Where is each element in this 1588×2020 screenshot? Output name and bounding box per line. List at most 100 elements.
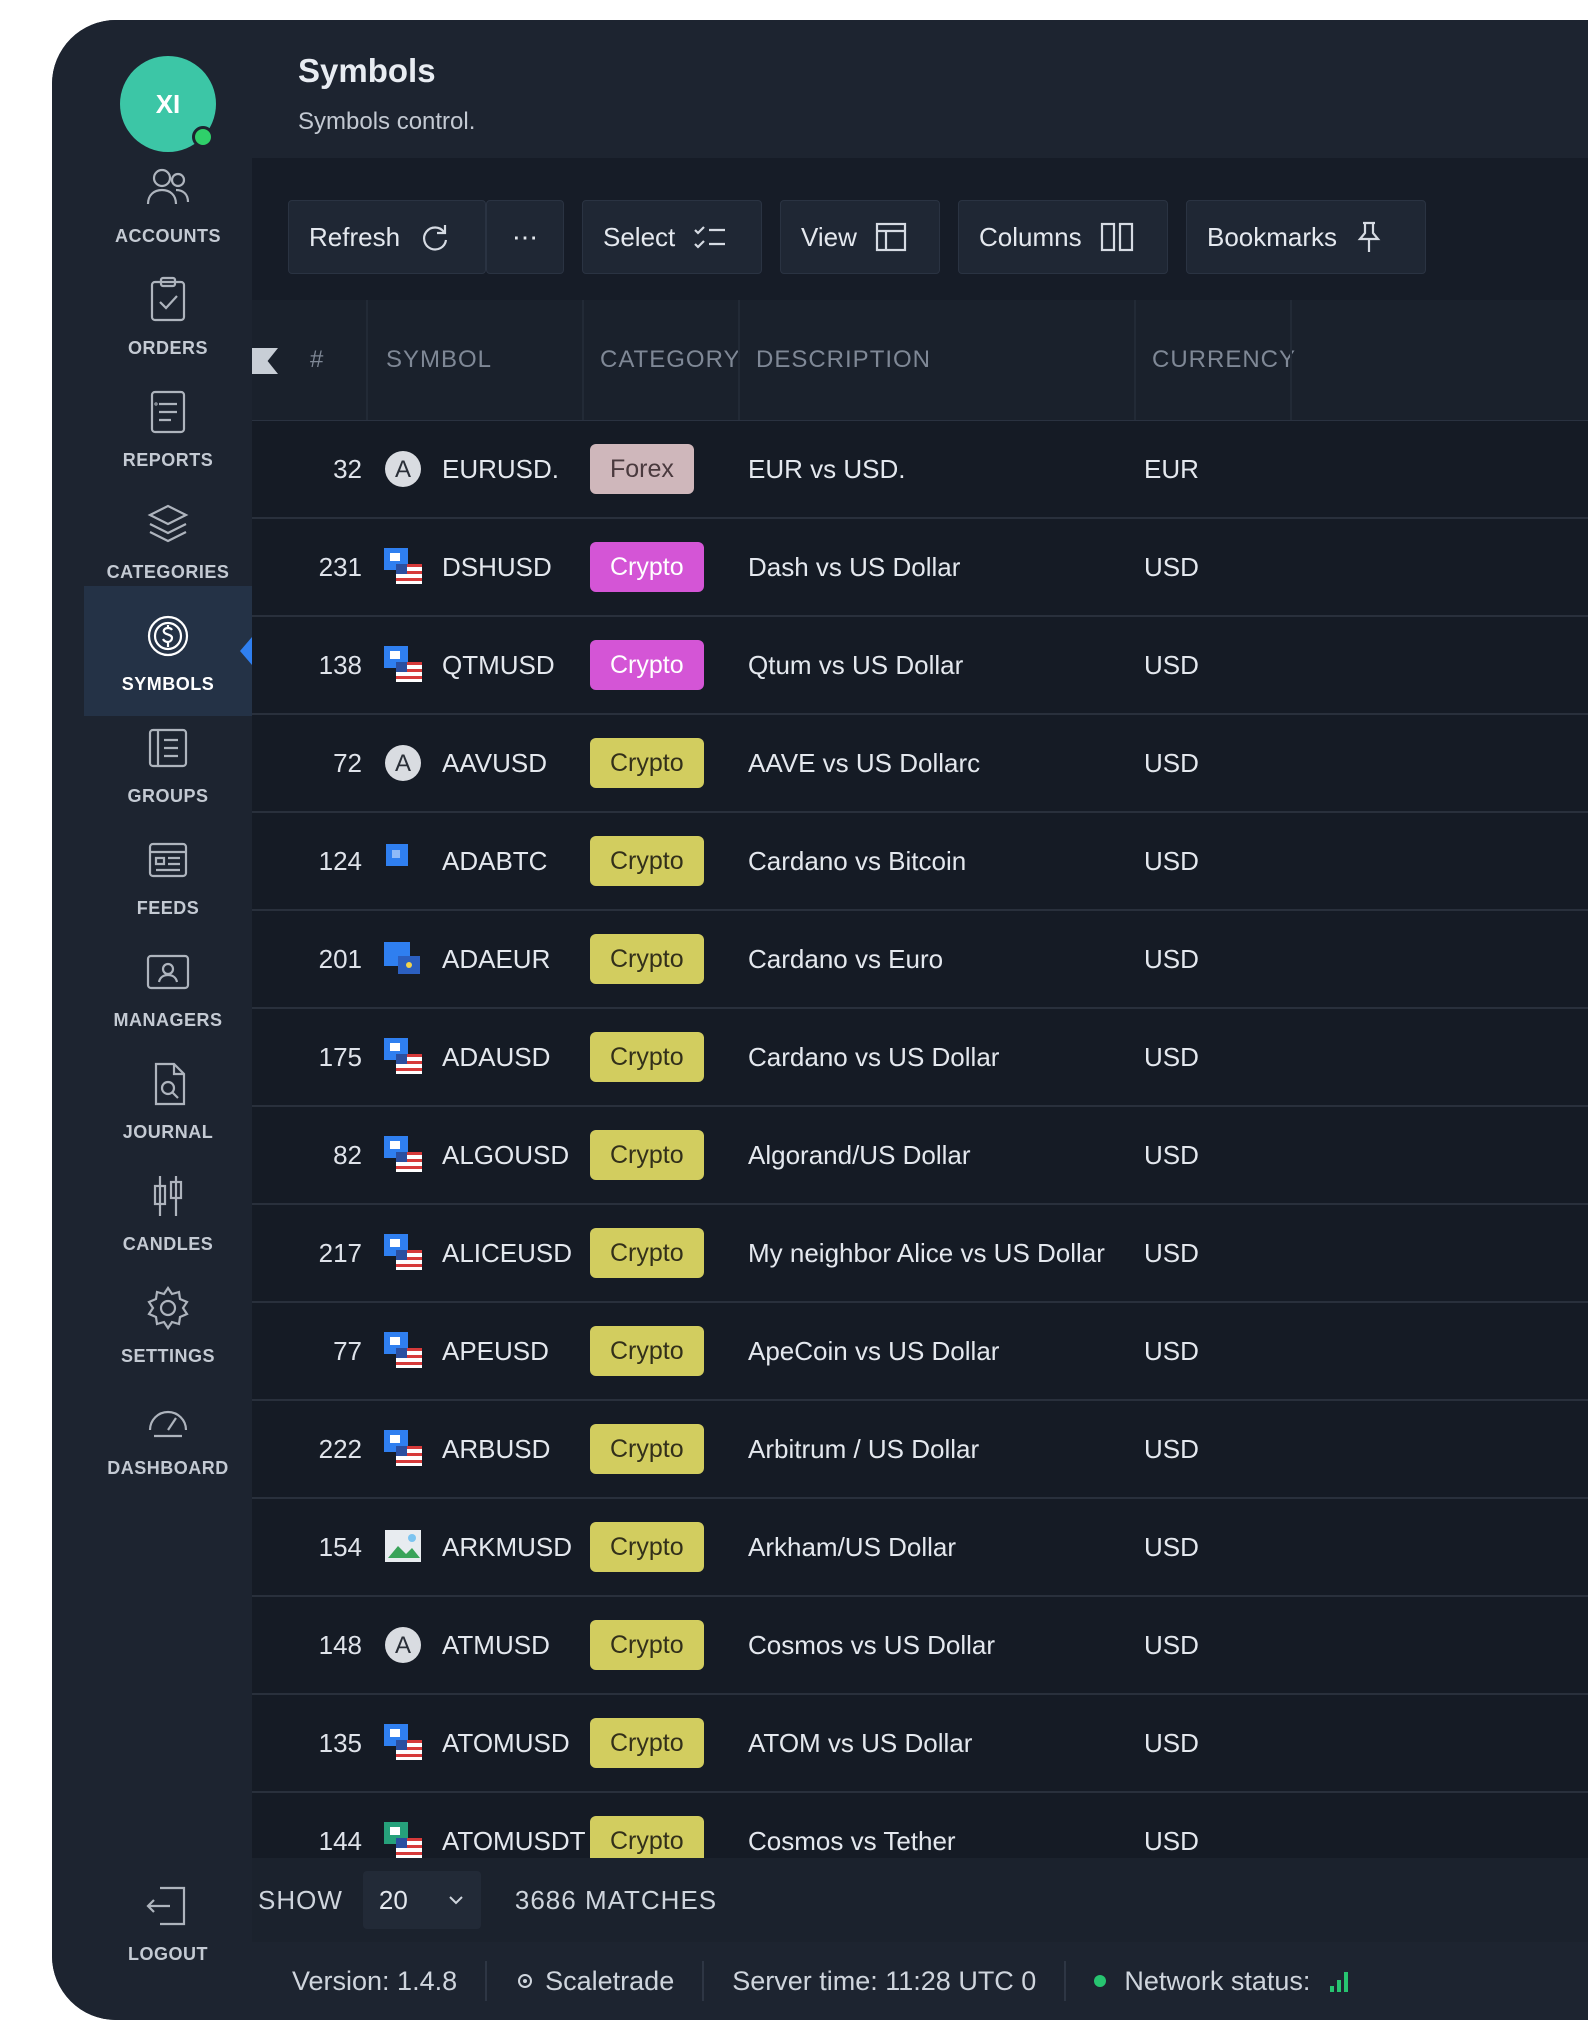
- sidebar-item-categories[interactable]: CATEGORIES: [84, 474, 252, 604]
- currency-cell: USD: [1144, 845, 1199, 876]
- table-row[interactable]: 77 APEUSD Crypto ApeCoin vs US Dollar USD: [252, 1303, 1588, 1401]
- row-number: 231: [318, 551, 362, 582]
- category-cell: Crypto: [590, 1401, 704, 1497]
- table-row[interactable]: 222 ARBUSD Crypto Arbitrum / US Dollar USD: [252, 1401, 1588, 1499]
- sidebar-item-managers[interactable]: MANAGERS: [84, 922, 252, 1052]
- column-divider[interactable]: [738, 300, 740, 420]
- symbol-cell: ADAUSD: [382, 1009, 550, 1105]
- table-row[interactable]: 148 A ATMUSD Crypto Cosmos vs US Dollar USD: [252, 1597, 1588, 1695]
- symbol-cell: APEUSD: [382, 1303, 549, 1399]
- columns-button[interactable]: Columns: [958, 200, 1168, 274]
- coin-usd-flag-icon: [384, 1234, 422, 1270]
- file-search-icon: [154, 1062, 186, 1105]
- gear-icon: [518, 1974, 533, 1988]
- description-cell: ApeCoin vs US Dollar: [748, 1335, 1000, 1366]
- sidebar-item-orders[interactable]: ORDERS: [84, 250, 252, 380]
- category-cell: Crypto: [590, 519, 704, 615]
- table-row[interactable]: 72 A AAVUSD Crypto AAVE vs US Dollarc USD: [252, 715, 1588, 813]
- column-divider[interactable]: [1290, 300, 1292, 420]
- symbol-name: APEUSD: [442, 1335, 549, 1366]
- svg-text:A: A: [395, 456, 411, 483]
- category-cell: Crypto: [590, 715, 704, 811]
- column-header-symbol[interactable]: SYMBOL: [386, 300, 492, 420]
- currency-cell: USD: [1144, 551, 1199, 582]
- row-number: 82: [333, 1139, 362, 1170]
- row-number: 154: [318, 1531, 362, 1562]
- layout-icon: [875, 222, 906, 252]
- more-actions-button[interactable]: ⋯: [486, 200, 564, 274]
- columns-label: Columns: [979, 221, 1082, 252]
- table-row[interactable]: 201 ADAEUR Crypto Cardano vs Euro USD: [252, 911, 1588, 1009]
- coin-usd-flag-icon: [384, 1430, 422, 1466]
- currency-cell: USD: [1144, 747, 1199, 778]
- table-row[interactable]: 82 ALGOUSD Crypto Algorand/US Dollar USD: [252, 1107, 1588, 1205]
- sidebar-item-symbols[interactable]: SYMBOLS: [84, 586, 252, 716]
- symbol-cell: A AAVUSD: [382, 715, 547, 811]
- currency-cell: USD: [1144, 649, 1199, 680]
- table-row[interactable]: 154 ARKMUSD Crypto Arkham/US Dollar USD: [252, 1499, 1588, 1597]
- show-label: SHOW: [258, 1884, 343, 1915]
- sidebar-item-dashboard[interactable]: DASHBOARD: [84, 1370, 252, 1500]
- sidebar-item-candles[interactable]: CANDLES: [84, 1146, 252, 1276]
- select-button[interactable]: Select: [582, 200, 762, 274]
- description-cell: Cardano vs US Dollar: [748, 1041, 1000, 1072]
- refresh-icon: [423, 225, 448, 251]
- description-cell: AAVE vs US Dollarc: [748, 747, 981, 778]
- table-header: # SYMBOL CATEGORY DESCRIPTION CURRENCY: [252, 300, 1588, 421]
- row-number: 124: [318, 845, 362, 876]
- row-number: 32: [333, 453, 362, 484]
- sidebar-item-groups[interactable]: GROUPS: [84, 698, 252, 828]
- description-cell: ATOM vs US Dollar: [748, 1727, 973, 1758]
- logout-button[interactable]: LOGOUT: [84, 1856, 252, 1986]
- table-row[interactable]: 175 ADAUSD Crypto Cardano vs US Dollar USD: [252, 1009, 1588, 1107]
- table-row[interactable]: 32 A EURUSD. Forex EUR vs USD. EUR: [252, 421, 1588, 519]
- description-cell: Qtum vs US Dollar: [748, 649, 964, 680]
- category-badge: Crypto: [590, 836, 704, 886]
- refresh-button[interactable]: Refresh: [288, 200, 486, 274]
- bookmarks-button[interactable]: Bookmarks: [1186, 200, 1426, 274]
- symbol-name: AAVUSD: [442, 747, 547, 778]
- server-time: Server time: 11:28 UTC 0: [732, 1965, 1037, 1996]
- description-cell: EUR vs USD.: [748, 453, 906, 484]
- column-divider[interactable]: [366, 300, 368, 420]
- columns-icon: [1100, 222, 1133, 252]
- divider: [1064, 1961, 1067, 2001]
- sidebar-item-label: JOURNAL: [122, 1121, 214, 1142]
- symbols-table: # SYMBOL CATEGORY DESCRIPTION CURRENCY 3…: [252, 300, 1588, 1891]
- category-badge: Crypto: [590, 1522, 704, 1572]
- table-row[interactable]: 217 ALICEUSD Crypto My neighbor Alice vs US…: [252, 1205, 1588, 1303]
- symbol-name: ARKMUSD: [442, 1531, 573, 1562]
- page-size-select[interactable]: 20: [362, 1871, 481, 1929]
- svg-text:A: A: [395, 750, 411, 777]
- sidebar-item-reports[interactable]: REPORTS: [84, 362, 252, 492]
- page-subtitle: Symbols control.: [298, 108, 476, 135]
- currency-cell: EUR: [1144, 453, 1199, 484]
- row-number: 72: [333, 747, 362, 778]
- column-header-currency[interactable]: CURRENCY: [1152, 300, 1296, 420]
- sidebar-item-label: CANDLES: [122, 1233, 214, 1254]
- view-button[interactable]: View: [780, 200, 940, 274]
- symbol-cell: ARKMUSD: [382, 1499, 572, 1595]
- column-header-num[interactable]: #: [310, 300, 324, 420]
- symbol-name: ADAEUR: [442, 943, 551, 974]
- category-badge: Crypto: [590, 640, 704, 690]
- column-divider[interactable]: [1134, 300, 1136, 420]
- table-row[interactable]: 124 ADABTC Crypto Cardano vs Bitcoin USD: [252, 813, 1588, 911]
- sidebar-item-accounts[interactable]: ACCOUNTS: [84, 138, 252, 268]
- symbol-name: EURUSD.: [442, 453, 560, 484]
- column-divider[interactable]: [582, 300, 584, 420]
- table-row[interactable]: 138 QTMUSD Crypto Qtum vs US Dollar USD: [252, 617, 1588, 715]
- sidebar-item-feeds[interactable]: FEEDS: [84, 810, 252, 940]
- sidebar-item-label: REPORTS: [122, 449, 214, 470]
- currency-cell: USD: [1144, 1629, 1199, 1660]
- sidebar-item-settings[interactable]: SETTINGS: [84, 1258, 252, 1388]
- coin-usd-flag-icon: [384, 1038, 422, 1074]
- divider: [485, 1961, 488, 2001]
- select-all-toggle[interactable]: [252, 348, 278, 374]
- table-row[interactable]: 135 ATOMUSD Crypto ATOM vs US Dollar USD: [252, 1695, 1588, 1793]
- column-header-description[interactable]: DESCRIPTION: [756, 300, 931, 420]
- table-row[interactable]: 231 DSHUSD Crypto Dash vs US Dollar USD: [252, 519, 1588, 617]
- sidebar-item-journal[interactable]: JOURNAL: [84, 1034, 252, 1164]
- column-header-category[interactable]: CATEGORY: [600, 300, 740, 420]
- coin-usd-flag-icon: [384, 1724, 422, 1760]
